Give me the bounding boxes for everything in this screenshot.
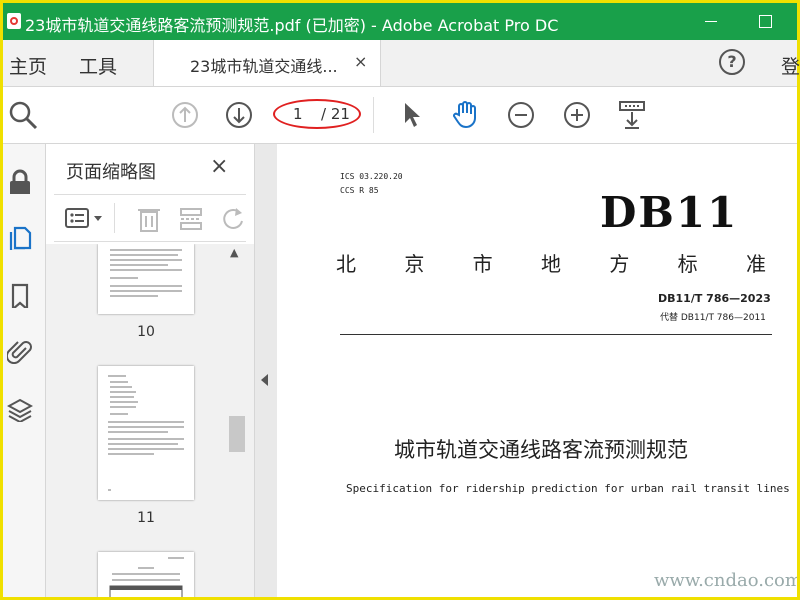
document-tab-label: 23城市轨道交通线... — [190, 57, 338, 76]
maximize-button[interactable] — [751, 9, 779, 33]
thumbnail-label-10: 10 — [137, 324, 155, 340]
heading-char: 准 — [745, 252, 766, 276]
search-zoom-icon[interactable] — [7, 99, 39, 131]
next-page-icon[interactable] — [225, 101, 253, 129]
acrobat-app-icon — [7, 13, 21, 29]
thumbnail-page-10[interactable] — [98, 244, 194, 314]
thumbnail-page-11-content — [108, 375, 184, 491]
toolbar-divider — [373, 97, 374, 133]
thumbnail-page-12-content — [109, 557, 184, 597]
ics-code: ICS 03.220.20 — [340, 172, 403, 181]
scrollbar-thumb[interactable] — [229, 416, 245, 452]
thumbnail-page-10-content — [110, 249, 182, 297]
fit-page-icon[interactable] — [617, 99, 647, 131]
delete-page-icon[interactable] — [136, 205, 162, 233]
heading-char: 地 — [540, 252, 561, 276]
page-thumbnails-panel: 页面缩略图 × 10 11 ▲ — [46, 144, 255, 597]
heading-char: 北 — [336, 252, 356, 276]
scroll-up-arrow[interactable]: ▲ — [230, 246, 238, 259]
panel-toolbar-divider — [114, 203, 115, 233]
zoom-out-icon[interactable] — [507, 101, 535, 129]
toolbar: 1 / 21 — [3, 87, 797, 144]
menu-bar: 主页 工具 23城市轨道交通线... × ? 登 — [3, 40, 800, 87]
heading-char: 市 — [472, 252, 493, 276]
left-navigation-rail — [3, 144, 46, 597]
select-pointer-icon[interactable] — [401, 101, 423, 129]
thumbnail-options-icon[interactable] — [64, 207, 104, 231]
page-number-box[interactable]: 1 / 21 — [273, 99, 361, 129]
login-button[interactable]: 登 — [781, 52, 800, 79]
heading-char: 京 — [404, 252, 425, 276]
local-standard-heading: 北 京 市 地 方 标 准 — [336, 248, 766, 277]
window-title: 23城市轨道交通线路客流预测规范.pdf (已加密) - Adobe Acrob… — [25, 16, 559, 35]
insert-page-icon[interactable] — [178, 205, 204, 233]
horizontal-rule — [340, 334, 772, 335]
standard-code: DB11/T 786—2023 — [658, 292, 771, 305]
page-total: / 21 — [321, 105, 350, 123]
heading-char: 方 — [609, 252, 630, 276]
title-bar: 23城市轨道交通线路客流预测规范.pdf (已加密) - Adobe Acrob… — [3, 3, 797, 40]
thumbnail-label-11: 11 — [137, 510, 155, 526]
tab-close-icon[interactable]: × — [354, 52, 367, 71]
document-page[interactable]: ICS 03.220.20 CCS R 85 DB11 北 京 市 地 方 标 … — [278, 144, 797, 597]
layers-icon[interactable] — [7, 396, 33, 422]
thumbnail-list[interactable]: 10 11 ▲ — [46, 244, 254, 597]
zoom-in-icon[interactable] — [563, 101, 591, 129]
minimize-button[interactable] — [697, 9, 725, 33]
page-thumbnails-icon[interactable] — [7, 224, 33, 250]
hand-tool-icon[interactable] — [451, 99, 481, 129]
panel-toolbar — [54, 194, 246, 242]
rotate-page-icon[interactable] — [220, 205, 246, 233]
tools-menu[interactable]: 工具 — [79, 52, 117, 79]
document-title-english: Specification for ridership prediction f… — [346, 482, 790, 495]
attachment-icon[interactable] — [7, 338, 33, 364]
watermark: www.cndao.com — [654, 570, 797, 591]
thumbnail-page-11[interactable] — [98, 366, 194, 500]
bookmark-icon[interactable] — [7, 282, 33, 308]
collapse-panel-arrow-icon[interactable] — [261, 374, 268, 386]
document-title: 城市轨道交通线路客流预测规范 — [394, 438, 688, 462]
home-menu[interactable]: 主页 — [9, 52, 47, 79]
replaces-code: 代替 DB11/T 786—2011 — [660, 313, 766, 323]
panel-title: 页面缩略图 — [66, 162, 156, 183]
panel-close-icon[interactable]: × — [210, 154, 228, 179]
document-tab[interactable]: 23城市轨道交通线... × — [153, 40, 381, 86]
ccs-code: CCS R 85 — [340, 186, 379, 195]
panel-splitter[interactable] — [255, 144, 277, 597]
heading-char: 标 — [677, 252, 698, 276]
lock-icon[interactable] — [7, 168, 33, 194]
db-standard-mark: DB11 — [600, 188, 739, 237]
help-icon[interactable]: ? — [719, 49, 745, 75]
thumbnail-page-12[interactable] — [98, 552, 194, 597]
page-number-input[interactable]: 1 — [293, 105, 303, 123]
previous-page-icon[interactable] — [171, 101, 199, 129]
